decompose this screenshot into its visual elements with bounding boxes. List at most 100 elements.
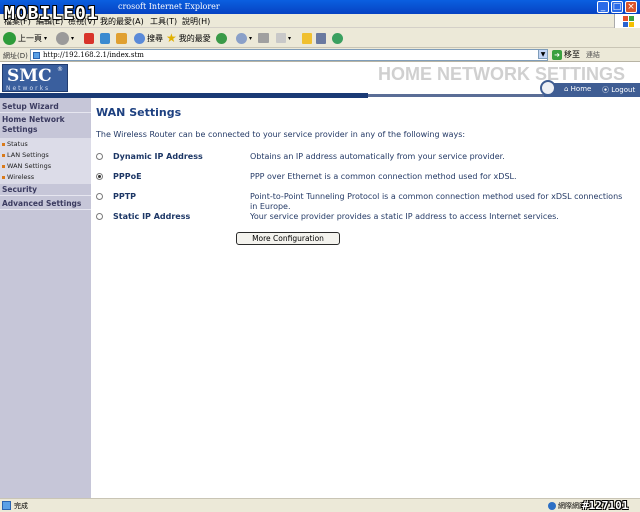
discuss-button[interactable] <box>302 30 312 46</box>
top-nav: ⌂ Home ⦿ Logout <box>540 80 640 97</box>
radio-dynamic-ip[interactable] <box>96 153 103 160</box>
more-configuration-button[interactable]: More Configuration <box>236 232 340 245</box>
option-name: PPPoE <box>113 172 142 181</box>
page-title: WAN Settings <box>96 106 182 119</box>
discuss-icon <box>302 32 312 44</box>
back-label: 上一頁 <box>18 33 42 43</box>
sidebar-home-network[interactable]: Home Network Settings <box>0 115 70 135</box>
home-link[interactable]: ⌂ Home <box>564 85 591 93</box>
home-button[interactable] <box>116 30 127 46</box>
page-banner: HOME NETWORK SETTINGS <box>378 64 625 84</box>
watermark-logo: MOBILE01 <box>0 0 130 26</box>
minimize-button[interactable]: _ <box>597 1 609 13</box>
history-button[interactable] <box>216 30 227 46</box>
sidebar-item-wireless[interactable]: Wireless <box>2 173 34 181</box>
go-label: 移至 <box>564 50 580 59</box>
menu-help[interactable]: 說明(H) <box>182 16 210 27</box>
logo-registered-mark: ® <box>57 66 63 73</box>
address-label: 網址(D) <box>3 52 28 60</box>
home-link-label: Home <box>570 85 592 93</box>
sidebar-item-label: Wireless <box>7 173 35 181</box>
go-button[interactable]: ➜ 移至 <box>552 49 580 60</box>
menu-tools[interactable]: 工具(T) <box>150 16 177 27</box>
option-desc: Point-to-Point Tunneling Protocol is a c… <box>250 192 623 211</box>
close-button[interactable]: × <box>625 1 637 13</box>
address-bar: 網址(D) http://192.168.2.1/index.stm ▼ ➜ 移… <box>0 48 640 62</box>
sidebar-submenu: Status LAN Settings WAN Settings Wireles… <box>0 138 91 184</box>
sidebar: Setup Wizard Home Network Settings Statu… <box>0 98 91 498</box>
favorites-button[interactable]: ★ 我的最愛 <box>166 30 211 46</box>
option-desc: Your service provider provides a static … <box>250 212 559 221</box>
radio-static-ip[interactable] <box>96 213 103 220</box>
forward-button[interactable]: ▾ <box>56 30 74 46</box>
sidebar-item-label: LAN Settings <box>7 151 49 159</box>
mail-button[interactable]: ▾ <box>236 30 252 46</box>
logout-link[interactable]: ⦿ Logout <box>602 85 635 95</box>
main-content: WAN Settings The Wireless Router can be … <box>91 98 640 498</box>
sidebar-item-label: WAN Settings <box>7 162 52 170</box>
option-name: Dynamic IP Address <box>113 152 203 161</box>
search-label: 搜尋 <box>147 33 163 43</box>
logo-subtext: Networks <box>6 85 51 92</box>
smc-badge-icon <box>540 80 556 96</box>
option-name: PPTP <box>113 192 137 201</box>
bullet-icon <box>2 175 5 179</box>
edit-icon <box>276 33 286 43</box>
messenger-button[interactable] <box>332 30 343 46</box>
stop-button[interactable] <box>84 30 94 46</box>
bullet-icon <box>2 153 5 157</box>
messenger-icon <box>332 32 343 44</box>
window-title: crosoft Internet Explorer <box>118 2 220 11</box>
research-icon <box>316 32 326 44</box>
globe-icon <box>548 502 556 510</box>
research-button[interactable] <box>316 30 326 46</box>
sidebar-security[interactable]: Security <box>0 185 91 196</box>
back-button[interactable]: 上一頁 ▾ <box>3 30 47 46</box>
stop-icon <box>84 32 94 44</box>
links-label[interactable]: 連結 <box>586 50 600 60</box>
browser-toolbar: 上一頁 ▾ ▾ 搜尋 ★ 我的最愛 ▾ ▾ <box>0 28 640 48</box>
logout-link-label: Logout <box>611 86 636 94</box>
radio-pptp[interactable] <box>96 193 103 200</box>
print-button[interactable] <box>258 30 269 46</box>
status-text: 完成 <box>14 502 28 510</box>
windows-logo-icon <box>614 14 640 28</box>
address-dropdown-icon[interactable]: ▼ <box>538 49 548 59</box>
radio-pppoe[interactable] <box>96 173 103 180</box>
history-icon <box>216 32 227 44</box>
sidebar-item-label: Status <box>7 140 28 148</box>
bullet-icon <box>2 142 5 146</box>
sidebar-item-lan[interactable]: LAN Settings <box>2 151 49 159</box>
star-icon: ★ <box>166 31 177 45</box>
status-bar: 完成 網際網路 #127101 <box>0 498 640 512</box>
printer-icon <box>258 33 269 43</box>
favorites-label: 我的最愛 <box>178 33 211 43</box>
address-input[interactable]: http://192.168.2.1/index.stm <box>30 49 548 61</box>
smc-logo: SMC ® Networks <box>2 64 68 92</box>
watermark-image-id: #127101 <box>582 499 629 512</box>
watermark-text: MOBILE01 <box>4 3 99 24</box>
home-icon <box>116 32 127 44</box>
go-arrow-icon: ➜ <box>552 49 562 60</box>
search-icon <box>134 32 145 44</box>
sidebar-item-wan[interactable]: WAN Settings <box>2 162 51 170</box>
refresh-button[interactable] <box>100 30 110 46</box>
refresh-icon <box>100 32 110 44</box>
search-button[interactable]: 搜尋 <box>134 30 163 46</box>
address-url: http://192.168.2.1/index.stm <box>43 51 144 59</box>
security-zone: 網際網路 <box>548 501 586 511</box>
back-arrow-icon <box>3 31 16 45</box>
maximize-button[interactable]: □ <box>611 1 623 13</box>
page-icon <box>33 52 40 59</box>
option-name: Static IP Address <box>113 212 191 221</box>
intro-text: The Wireless Router can be connected to … <box>96 130 466 139</box>
sidebar-item-status[interactable]: Status <box>2 140 28 148</box>
edit-button[interactable]: ▾ <box>276 30 291 46</box>
option-desc: Obtains an IP address automatically from… <box>250 152 505 161</box>
logo-text: SMC <box>7 66 52 86</box>
sidebar-advanced[interactable]: Advanced Settings <box>0 199 91 210</box>
option-desc: PPP over Ethernet is a common connection… <box>250 172 517 181</box>
forward-arrow-icon <box>56 31 69 45</box>
mail-icon <box>236 32 247 44</box>
sidebar-setup-wizard[interactable]: Setup Wizard <box>0 102 91 113</box>
